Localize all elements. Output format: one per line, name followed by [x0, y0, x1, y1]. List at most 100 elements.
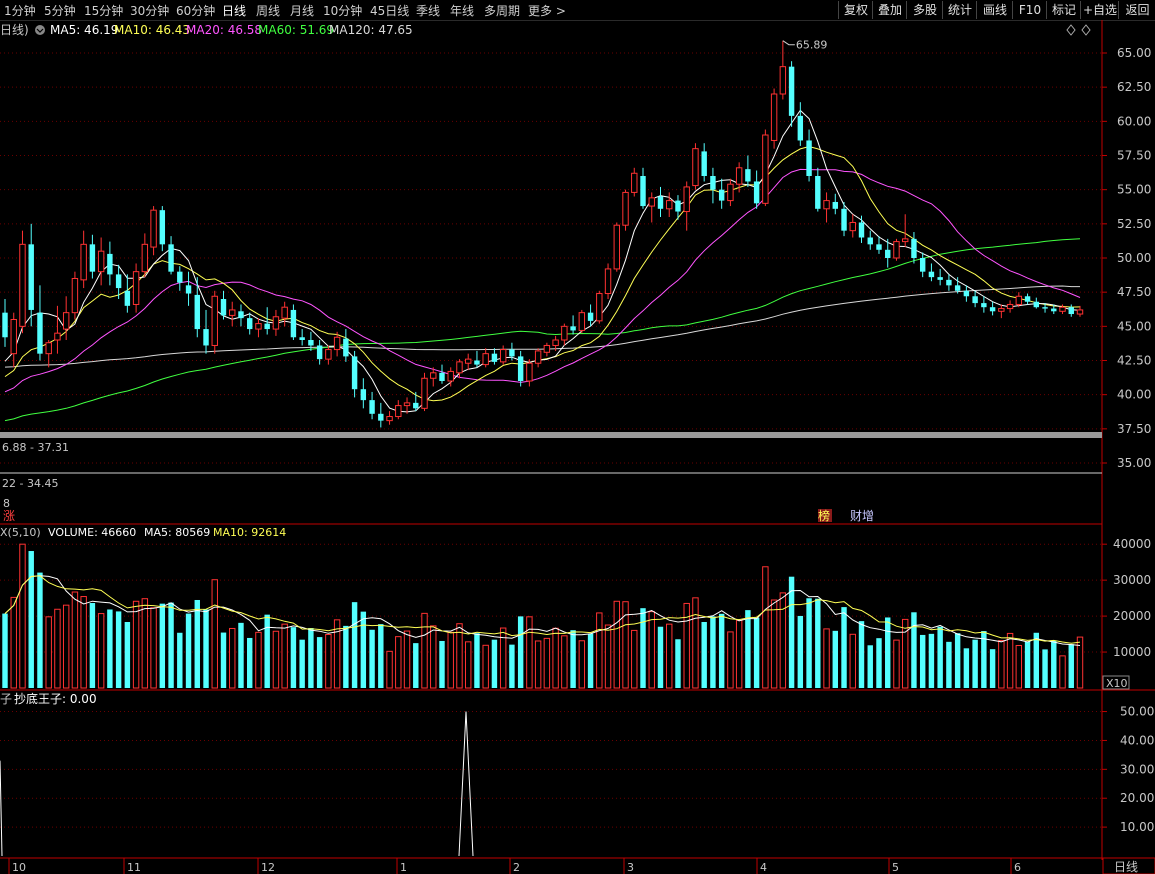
candle-body — [998, 308, 1005, 312]
candle-body — [928, 271, 935, 278]
candle-body — [666, 200, 673, 210]
volume-bar — [1042, 649, 1048, 688]
volume-bar — [745, 610, 751, 688]
volume-bar — [1033, 632, 1040, 688]
ma10-line — [4, 145, 1081, 402]
volume-unit: X10 — [1106, 677, 1128, 690]
candle-body — [343, 338, 349, 357]
candle-body — [963, 290, 970, 297]
volume-bar — [596, 612, 603, 689]
volume-bar — [229, 627, 236, 689]
volume-bar — [430, 625, 437, 689]
volume-bar — [465, 641, 472, 689]
period-label: 日线) — [0, 23, 29, 37]
volume-bar — [185, 613, 192, 688]
candle-body — [378, 413, 384, 421]
candle-body — [141, 243, 149, 273]
tag-bang: 榜 — [818, 508, 830, 523]
month-label: 1 — [400, 861, 407, 874]
volume-bar — [1015, 645, 1023, 689]
candle-body — [272, 316, 280, 330]
volume-bar — [770, 599, 778, 689]
period-button-label: 日线 — [1114, 860, 1138, 874]
month-label: 3 — [627, 861, 634, 874]
candle-body — [2, 312, 8, 338]
candle-body — [919, 258, 926, 272]
volume-bar — [928, 633, 935, 688]
candle-body — [534, 350, 542, 364]
volume-bar — [45, 616, 52, 689]
candle-body — [735, 167, 743, 185]
candle-body — [683, 186, 690, 213]
price-tick-label: 65.00 — [1117, 46, 1151, 60]
volume-bar — [901, 618, 909, 689]
candle-body — [543, 344, 551, 353]
grey-band — [0, 432, 1102, 438]
candle-body — [578, 312, 586, 331]
volume-bar — [71, 591, 79, 689]
volume-bar — [316, 637, 323, 688]
candle-body — [62, 312, 70, 330]
tag-zhang: 涨 — [3, 508, 15, 523]
candle-body — [97, 250, 105, 273]
candle-body — [1068, 307, 1074, 315]
volume-bar — [2, 613, 8, 688]
volume-bar — [141, 598, 149, 689]
candle-body — [499, 349, 507, 363]
candle-body — [893, 241, 900, 259]
volume-bar — [806, 598, 812, 688]
candle-body — [613, 224, 620, 270]
candle-body — [229, 309, 236, 316]
volume-bar — [395, 636, 402, 689]
stock-chart[interactable]: 65.00 62.50 60.00 57.50 55.00 52.50 50.00 47.50… — [0, 0, 1155, 874]
price-tick-label: 52.50 — [1117, 217, 1151, 231]
volume-tick-label: 20000 — [1113, 609, 1151, 623]
candle-body — [10, 319, 17, 355]
volume-bar — [735, 619, 743, 689]
candle-body — [989, 307, 996, 312]
candle-body — [474, 360, 480, 365]
tag-caizeng: 财增 — [850, 509, 874, 523]
candle-body — [1033, 301, 1040, 308]
volume-bar — [631, 629, 638, 689]
volume-bar — [849, 633, 856, 689]
volume-label: VOLUME: 46660 — [48, 526, 136, 539]
volume-bar — [421, 612, 428, 689]
candle-body — [299, 337, 305, 340]
candle-body — [587, 312, 594, 321]
volume-bar — [19, 543, 26, 689]
volume-bar — [867, 645, 873, 688]
volume-bar — [413, 643, 419, 688]
candle-body — [159, 210, 166, 245]
candle-body — [867, 237, 873, 245]
volume-bar — [517, 616, 524, 688]
volume-bar — [876, 638, 882, 688]
volume-bar — [762, 566, 769, 689]
volume-bar — [281, 623, 288, 689]
volume-bar — [640, 608, 646, 688]
candle-body — [395, 405, 402, 418]
volume-ma10-line — [4, 575, 1081, 644]
candle-body — [124, 290, 131, 306]
volume-bar — [28, 551, 34, 688]
month-label: 6 — [1014, 861, 1021, 874]
candle-body — [561, 325, 568, 341]
price-tick-label: 55.00 — [1117, 183, 1151, 197]
volume-bar — [893, 639, 900, 689]
volume-ma5-label: MA5: 80569 — [144, 526, 210, 539]
volume-legend-prefix: X(5,10) — [0, 526, 41, 539]
month-label: 10 — [12, 861, 26, 874]
volume-bar — [552, 627, 559, 689]
volume-ma10-label: MA10: 92614 — [213, 526, 286, 539]
volume-bar — [648, 611, 655, 689]
volume-bar — [998, 640, 1005, 689]
volume-bar — [526, 616, 533, 689]
volume-bar — [797, 615, 804, 688]
candle-body — [954, 285, 961, 291]
volume-bar — [211, 579, 218, 689]
indicator-tick-label: 40.00 — [1120, 733, 1154, 747]
candle-body — [849, 221, 856, 232]
volume-bar — [841, 607, 847, 688]
ma20-line — [4, 168, 1081, 393]
volume-bar — [1076, 636, 1084, 689]
